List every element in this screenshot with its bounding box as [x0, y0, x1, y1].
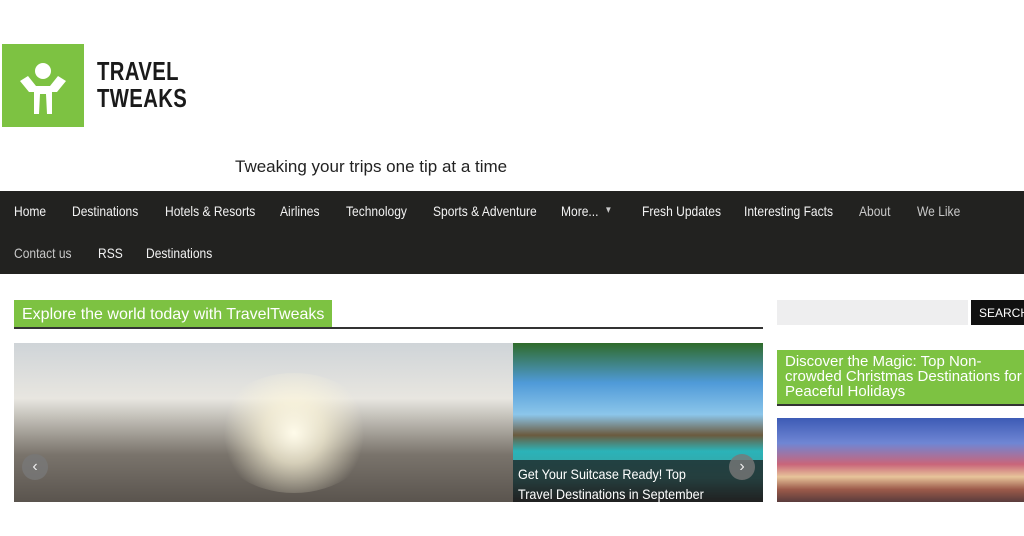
slider-featured-image[interactable]: Get Your Suitcase Ready! Top Travel Dest… — [513, 343, 763, 502]
nav-we-like[interactable]: We Like — [917, 203, 960, 219]
nav-destinations[interactable]: Destinations — [72, 203, 138, 219]
widget-post-title-text[interactable]: Discover the Magic: Top Non-crowded Chri… — [785, 354, 1024, 399]
nav-technology[interactable]: Technology — [346, 203, 407, 219]
widget-post-image[interactable] — [777, 418, 1024, 502]
search-button[interactable]: SEARCH — [971, 300, 1024, 325]
logo-line-1: TRAVEL — [97, 56, 179, 86]
nav-interesting-facts[interactable]: Interesting Facts — [744, 203, 833, 219]
search-input[interactable] — [777, 300, 968, 325]
nav-airlines[interactable]: Airlines — [280, 203, 319, 219]
slider-caption-text[interactable]: Get Your Suitcase Ready! Top Travel Dest… — [518, 464, 716, 502]
nav-fresh-updates[interactable]: Fresh Updates — [642, 203, 721, 219]
nav-hotels-resorts[interactable]: Hotels & Resorts — [165, 203, 255, 219]
nav-more[interactable]: More... — [561, 203, 598, 219]
tagline: Tweaking your trips one tip at a time — [235, 157, 508, 176]
nav-destinations-2[interactable]: Destinations — [146, 245, 212, 261]
slider-caption[interactable]: Get Your Suitcase Ready! Top Travel Dest… — [513, 460, 763, 502]
section-divider — [14, 327, 763, 329]
chevron-down-icon[interactable]: ▾ — [606, 203, 611, 216]
widget-post-title[interactable]: Discover the Magic: Top Non-crowded Chri… — [777, 350, 1024, 406]
logo-text: TRAVEL TWEAKS — [97, 58, 187, 112]
main-nav: Home Destinations Hotels & Resorts Airli… — [0, 191, 1024, 274]
slider-main-image[interactable]: ‹ — [14, 343, 513, 502]
logo-line-2: TWEAKS — [97, 83, 188, 113]
traveler-icon — [20, 63, 66, 114]
nav-home[interactable]: Home — [14, 203, 46, 219]
nav-sports-adventure[interactable]: Sports & Adventure — [433, 203, 537, 219]
nav-about[interactable]: About — [859, 203, 890, 219]
slider-next-button[interactable]: › — [729, 454, 755, 480]
slider-prev-button[interactable]: ‹ — [22, 454, 48, 480]
nav-rss[interactable]: RSS — [98, 245, 123, 261]
section-title: Explore the world today with TravelTweak… — [14, 300, 333, 327]
nav-contact-us[interactable]: Contact us — [14, 245, 72, 261]
logo[interactable] — [2, 44, 84, 127]
sun-glare — [214, 373, 374, 493]
